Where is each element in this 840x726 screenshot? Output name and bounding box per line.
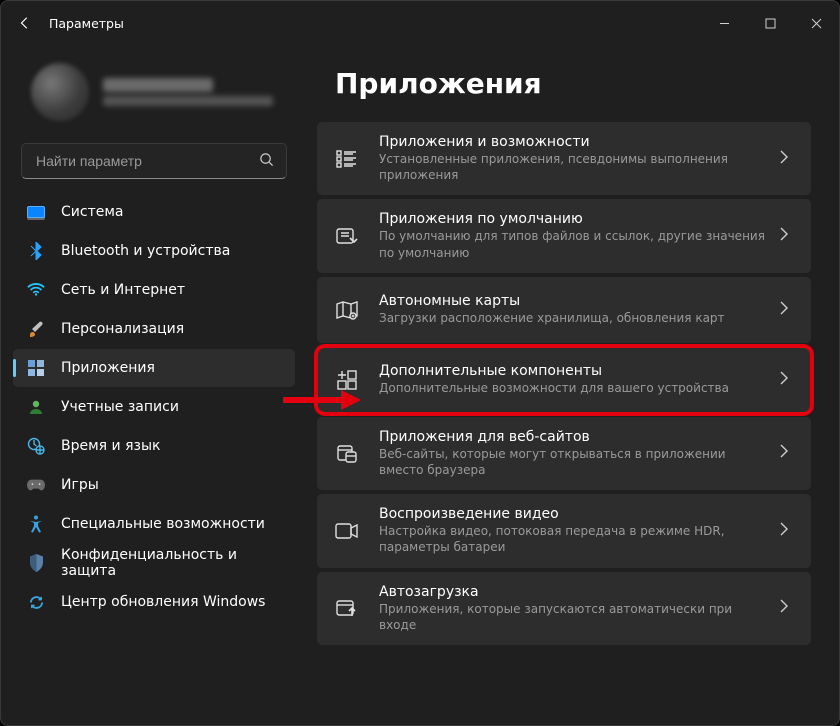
sidebar-item-time-language[interactable]: Время и язык	[13, 427, 295, 465]
close-button[interactable]	[793, 7, 839, 39]
card-apps-for-websites[interactable]: Приложения для веб-сайтов Веб-сайты, кот…	[317, 417, 811, 490]
sidebar-item-accounts[interactable]: Учетные записи	[13, 388, 295, 426]
nav: Система Bluetooth и устройства Сеть и Ин…	[13, 193, 295, 621]
sidebar-item-privacy[interactable]: Конфиденциальность и защита	[13, 544, 295, 582]
sidebar-item-label: Bluetooth и устройства	[61, 243, 230, 259]
sidebar-item-label: Система	[61, 204, 123, 220]
sidebar-item-network[interactable]: Сеть и Интернет	[13, 271, 295, 309]
card-title: Автономные карты	[379, 293, 767, 309]
clock-globe-icon	[27, 437, 45, 455]
window-controls	[701, 7, 839, 39]
paintbrush-icon	[27, 320, 45, 338]
person-icon	[27, 398, 45, 416]
search-icon	[259, 152, 274, 171]
chevron-right-icon	[779, 444, 795, 462]
card-apps-features[interactable]: Приложения и возможности Установленные п…	[317, 122, 811, 195]
sidebar-item-bluetooth[interactable]: Bluetooth и устройства	[13, 232, 295, 270]
apps-icon	[27, 359, 45, 377]
card-startup[interactable]: Автозагрузка Приложения, которые запуска…	[317, 572, 811, 645]
sidebar-item-label: Конфиденциальность и защита	[61, 547, 285, 579]
sidebar-item-label: Игры	[61, 477, 99, 493]
bluetooth-icon	[27, 242, 45, 260]
card-subtitle: Веб-сайты, которые могут открываться в п…	[379, 446, 767, 478]
sidebar-item-label: Время и язык	[61, 438, 160, 454]
titlebar: Параметры	[1, 1, 839, 45]
sidebar-item-windows-update[interactable]: Центр обновления Windows	[13, 583, 295, 621]
window-title: Параметры	[49, 16, 124, 31]
cards-list: Приложения и возможности Установленные п…	[317, 122, 811, 645]
sidebar-item-label: Учетные записи	[61, 399, 179, 415]
search-input[interactable]	[34, 152, 259, 170]
sidebar-item-label: Сеть и Интернет	[61, 282, 185, 298]
minimize-button[interactable]	[701, 7, 747, 39]
chevron-right-icon	[779, 150, 795, 168]
list-icon	[327, 150, 367, 168]
sidebar-item-personalization[interactable]: Персонализация	[13, 310, 295, 348]
sidebar-item-label: Центр обновления Windows	[61, 594, 265, 610]
card-subtitle: Установленные приложения, псевдонимы вып…	[379, 151, 767, 183]
card-subtitle: Приложения, которые запускаются автомати…	[379, 601, 767, 633]
display-icon	[27, 203, 45, 221]
card-title: Дополнительные компоненты	[379, 363, 767, 379]
main-content: Приложения Приложения и возможности Уста…	[307, 45, 839, 725]
wifi-icon	[27, 281, 45, 299]
sidebar-item-label: Персонализация	[61, 321, 184, 337]
card-title: Приложения и возможности	[379, 134, 767, 150]
gamepad-icon	[27, 476, 45, 494]
map-icon	[327, 300, 367, 320]
chevron-right-icon	[779, 522, 795, 540]
video-icon	[327, 522, 367, 540]
default-apps-icon	[327, 226, 367, 246]
card-subtitle: По умолчанию для типов файлов и ссылок, …	[379, 228, 767, 260]
card-title: Приложения по умолчанию	[379, 211, 767, 227]
account-card[interactable]	[13, 53, 295, 139]
chevron-right-icon	[779, 227, 795, 245]
chevron-right-icon	[779, 599, 795, 617]
sidebar-item-apps[interactable]: Приложения	[13, 349, 295, 387]
card-title: Воспроизведение видео	[379, 506, 767, 522]
page-title: Приложения	[335, 67, 811, 100]
chevron-right-icon	[779, 371, 795, 389]
back-button[interactable]	[11, 9, 39, 37]
card-default-apps[interactable]: Приложения по умолчанию По умолчанию для…	[317, 199, 811, 272]
sidebar: Система Bluetooth и устройства Сеть и Ин…	[1, 45, 307, 725]
settings-window: Параметры	[0, 0, 840, 726]
card-title: Автозагрузка	[379, 584, 767, 600]
website-app-icon	[327, 442, 367, 464]
windows-update-icon	[27, 593, 45, 611]
accessibility-icon	[27, 515, 45, 533]
optional-features-icon	[327, 370, 367, 390]
card-subtitle: Загрузки расположение хранилища, обновле…	[379, 310, 767, 326]
account-text	[103, 78, 273, 106]
card-subtitle: Настройка видео, потоковая передача в ре…	[379, 523, 767, 555]
sidebar-item-label: Специальные возможности	[61, 516, 265, 532]
maximize-button[interactable]	[747, 7, 793, 39]
avatar	[31, 63, 89, 121]
card-title: Приложения для веб-сайтов	[379, 429, 767, 445]
sidebar-item-system[interactable]: Система	[13, 193, 295, 231]
search-box[interactable]	[21, 143, 287, 179]
card-subtitle: Дополнительные возможности для вашего ус…	[379, 380, 767, 396]
card-optional-features[interactable]: Дополнительные компоненты Дополнительные…	[317, 347, 811, 413]
sidebar-item-accessibility[interactable]: Специальные возможности	[13, 505, 295, 543]
card-video-playback[interactable]: Воспроизведение видео Настройка видео, п…	[317, 494, 811, 567]
card-offline-maps[interactable]: Автономные карты Загрузки расположение х…	[317, 277, 811, 343]
startup-icon	[327, 598, 367, 618]
sidebar-item-label: Приложения	[61, 360, 155, 376]
chevron-right-icon	[779, 301, 795, 319]
shield-icon	[27, 554, 45, 572]
sidebar-item-gaming[interactable]: Игры	[13, 466, 295, 504]
